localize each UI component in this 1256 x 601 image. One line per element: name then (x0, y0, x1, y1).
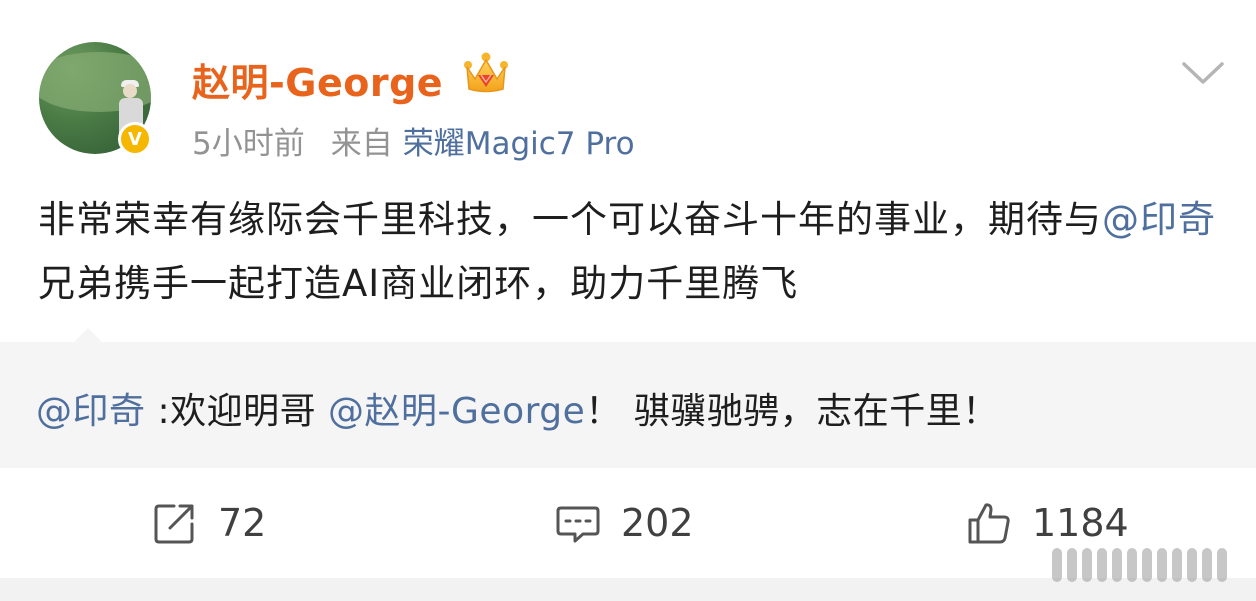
mention-link[interactable]: @印奇 (1102, 198, 1216, 241)
share-icon (154, 504, 194, 544)
chevron-down-icon[interactable] (1180, 58, 1226, 88)
source-device-link[interactable]: 荣耀Magic7 Pro (403, 126, 635, 162)
verified-badge-icon: V (118, 122, 152, 156)
mention-link[interactable]: @赵明-George (328, 391, 585, 432)
comment-button[interactable]: 202 (555, 468, 694, 578)
mention-link[interactable]: @印奇 (36, 391, 146, 432)
like-icon (968, 503, 1010, 544)
comment-text: ！ 骐骥驰骋，志在千里！ (585, 391, 999, 432)
post-text: 兄弟携手一起打造AI商业闭环，助力千里腾飞 (38, 262, 799, 305)
crown-icon (464, 52, 508, 93)
share-button[interactable]: 72 (152, 468, 266, 578)
like-count: 1184 (1032, 501, 1129, 545)
share-count: 72 (218, 501, 267, 545)
watermark (1052, 548, 1227, 582)
author-name[interactable]: 赵明-George (192, 52, 443, 107)
post-text: 非常荣幸有缘际会千里科技，一个可以奋斗十年的事业，期待与 (38, 198, 1102, 241)
post-content: 非常荣幸有缘际会千里科技，一个可以奋斗十年的事业，期待与@印奇 兄弟携手一起打造… (38, 188, 1218, 316)
comment-icon (556, 506, 600, 543)
weibo-post: V 赵明-George 5小时前 来自 荣耀Magic7 Pro 非常荣幸有缘际会千… (0, 0, 1256, 601)
comment-text: :欢迎明哥 (145, 391, 329, 432)
source-label: 来自 (330, 126, 393, 162)
quoted-comment: @印奇 :欢迎明哥 @赵明-George！ 骐骥驰骋，志在千里！ (36, 382, 999, 434)
post-meta: 5小时前 来自 荣耀Magic7 Pro (192, 118, 635, 163)
post-time: 5小时前 (192, 126, 305, 162)
comment-count: 202 (621, 501, 694, 545)
